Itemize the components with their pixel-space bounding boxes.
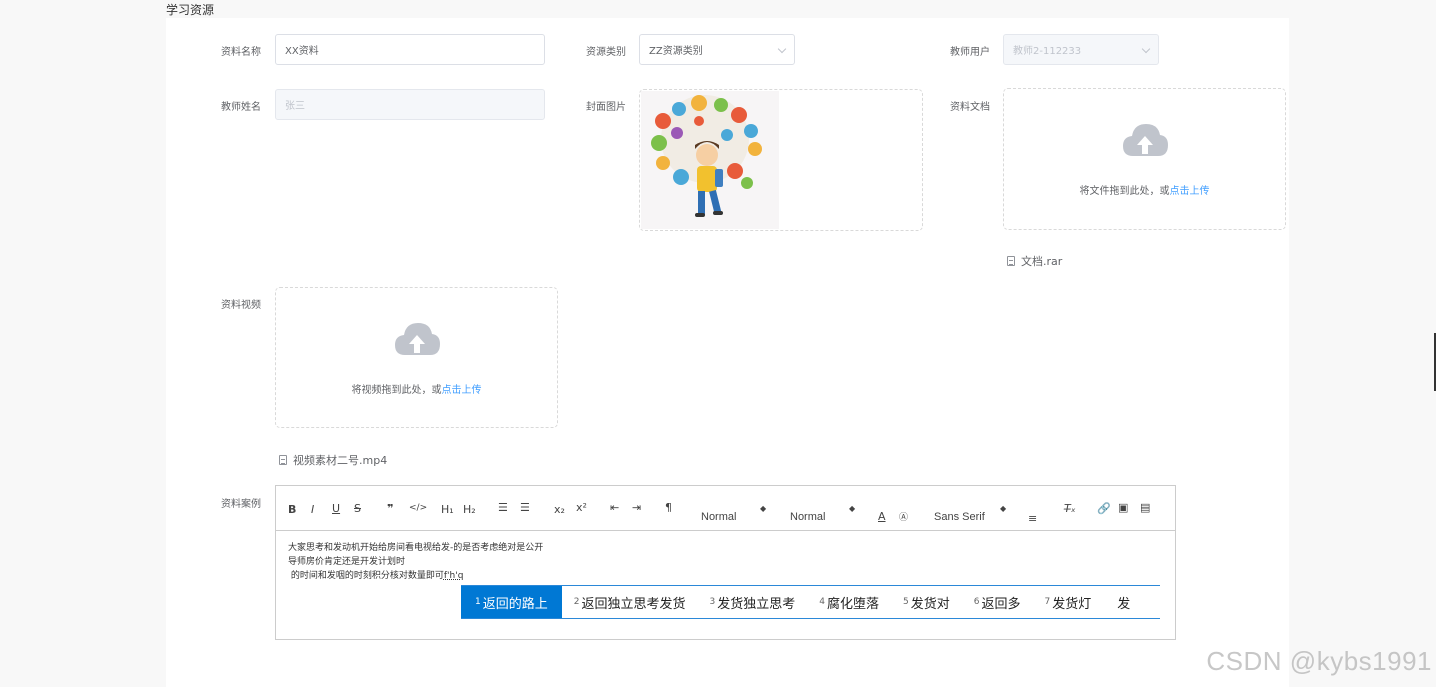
ime-candidate[interactable]: 5 发货对 [891,586,962,618]
category-select[interactable]: ZZ资源类别 [639,34,795,65]
teacher-account-value: 教师2-112233 [1013,46,1082,57]
video-icon[interactable]: ▤ [1140,501,1150,514]
strike-icon[interactable]: S [354,502,361,515]
name-value: XX资料 [285,46,319,57]
code-block-icon[interactable]: </> [409,503,427,513]
header-2-icon[interactable]: H₂ [463,503,476,516]
image-icon[interactable]: ▣ [1118,501,1128,514]
video-file-item[interactable]: 视频素材二号.mp4 [279,452,387,468]
ime-candidate-bar: 1 返回的路上 2 返回独立思考发货 3 发货独立思考 4 腐化堕落 5 发货对 6 返回多… [461,585,1160,619]
align-icon[interactable]: ≡ [1028,512,1037,525]
video-uploader[interactable]: 将视频拖到此处，或点击上传 [275,287,558,428]
teacher-name-input: 张三 [275,89,545,120]
ordered-list-icon[interactable]: ☰ [498,501,508,514]
video-label: 资料视频 [221,300,261,311]
document-file-item[interactable]: 文档.rar [1007,253,1062,269]
text-direction-icon[interactable]: ¶ [665,501,672,514]
document-uploader[interactable]: 将文件拖到此处，或点击上传 [1003,88,1286,230]
video-upload-link[interactable]: 点击上传 [442,385,482,396]
ime-candidate[interactable]: 7 发货灯 [1033,586,1104,618]
name-label: 资料名称 [221,47,261,58]
sort-caret-icon: ◆ [760,504,767,513]
teacher-account-select: 教师2-112233 [1003,34,1159,65]
ime-candidate[interactable]: 发 [1103,586,1142,618]
name-input[interactable]: XX资料 [275,34,545,65]
ime-candidate[interactable]: 6 返回多 [962,586,1033,618]
case-label: 资料案例 [221,499,261,510]
teacher-name-value: 张三 [285,101,305,112]
category-value: ZZ资源类别 [649,46,703,57]
cloud-upload-icon [394,323,440,355]
cloud-upload-icon [1122,124,1168,156]
font-select[interactable]: Sans Serif [934,511,985,523]
ime-composition: f'h'q [443,571,464,581]
document-icon [279,455,287,465]
editor-content[interactable]: 大家思考和发动机开始给房间看电视给发-的是否考虑绝对是公开 导师房价肯定还是开发… [288,541,543,583]
ime-candidate[interactable]: 4 腐化堕落 [807,586,891,618]
outdent-icon[interactable]: ⇤ [610,501,619,514]
ime-candidate[interactable]: 1 返回的路上 [461,586,562,618]
italic-icon[interactable]: I [311,503,314,516]
document-icon [1007,256,1015,266]
sort-caret-icon: ◆ [1000,504,1007,513]
ime-candidate[interactable]: 3 发货独立思考 [698,586,808,618]
superscript-icon[interactable]: x² [576,501,587,514]
video-file-name: 视频素材二号.mp4 [293,454,388,467]
document-file-name: 文档.rar [1021,255,1063,268]
underline-icon[interactable]: U [332,502,340,515]
bullet-list-icon[interactable]: ☰ [520,501,530,514]
cover-image [641,91,779,229]
subscript-icon[interactable]: x₂ [554,503,565,516]
cover-uploader[interactable] [639,89,923,231]
header-select[interactable]: Normal [701,511,736,523]
teacher-name-label: 教师姓名 [221,102,261,113]
category-label: 资源类别 [586,47,626,58]
text-color-icon[interactable]: A [878,510,886,523]
editor-toolbar: B I U S ❞ </> H₁ H₂ ☰ ☰ x₂ x² ⇤ ⇥ ¶ Norm… [276,486,1175,531]
sort-caret-icon: ◆ [849,504,856,513]
document-hint: 将文件拖到此处，或点击上传 [1079,186,1210,197]
document-label: 资料文档 [950,102,990,113]
background-color-icon[interactable]: Ⓐ [899,510,908,523]
content-line: 导师房价肯定还是开发计划时 [288,557,406,567]
chevron-down-icon [777,44,787,54]
content-line: 大家思考和发动机开始给房间看电视给发-的是否考虑绝对是公开 [288,543,544,553]
ime-candidate[interactable]: 2 返回独立思考发货 [562,586,698,618]
watermark: CSDN @kybs1991 [1206,646,1432,676]
indent-icon[interactable]: ⇥ [632,501,641,514]
header-1-icon[interactable]: H₁ [441,503,454,516]
teacher-account-label: 教师用户 [950,47,990,58]
link-icon[interactable]: 🔗 [1097,502,1111,515]
video-hint: 将视频拖到此处，或点击上传 [351,385,482,396]
bold-icon[interactable]: B [288,503,296,516]
size-select[interactable]: Normal [790,511,825,523]
content-line-with-ime: 的时间和发咽的时刻积分核对数量即可f'h'q [288,571,464,581]
document-upload-link[interactable]: 点击上传 [1170,186,1210,197]
blockquote-icon[interactable]: ❞ [387,502,393,515]
chevron-down-icon [1141,44,1151,54]
clear-format-icon[interactable]: T̶ₓ [1064,502,1076,515]
page-title: 学习资源 [166,3,215,17]
cover-label: 封面图片 [586,102,626,113]
